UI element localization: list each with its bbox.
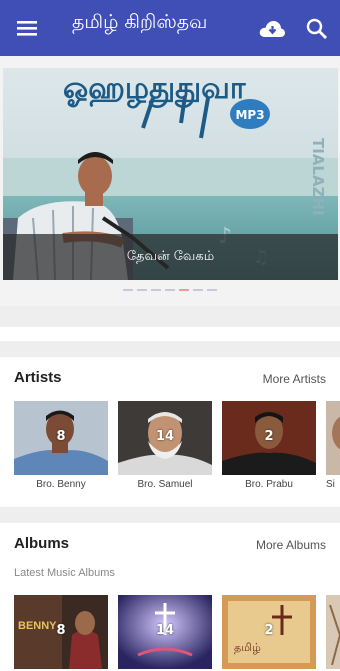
song-count: 2 — [264, 623, 274, 638]
search-icon[interactable] — [304, 16, 330, 42]
artist-card[interactable]: 8 Bro. Benny — [14, 401, 108, 490]
song-count: 8 — [56, 623, 66, 638]
banner-art-title: ஓஹழதுதுவா — [63, 71, 247, 109]
artist-card[interactable]: Si — [326, 401, 340, 490]
section-title: Albums — [14, 535, 70, 552]
album-card[interactable] — [326, 595, 340, 669]
album-thumbnail: தமிழ் 2 — [222, 595, 316, 669]
more-albums-link[interactable]: More Albums — [256, 538, 326, 552]
menu-icon[interactable] — [14, 16, 40, 40]
mp3-badge: MP3 — [235, 108, 264, 122]
artist-thumbnail: 2 — [222, 401, 316, 475]
song-count: 14 — [155, 623, 175, 638]
artist-name: Bro. Samuel — [137, 479, 193, 490]
banner-carousel: ஓஹழதுதுவா MP3 TIALAZHI ♪ ♫ தேவன் வேகம் — [0, 56, 340, 306]
artist-name: Bro. Benny — [36, 479, 86, 490]
section-subtitle: Latest Music Albums — [14, 567, 115, 579]
more-artists-link[interactable]: More Artists — [263, 372, 326, 386]
song-count: 2 — [264, 429, 274, 444]
album-card[interactable]: BENNY 8 — [14, 595, 108, 669]
carousel-dot[interactable] — [137, 289, 147, 291]
divider-card — [0, 327, 340, 341]
album-card[interactable]: தமிழ் 2 — [222, 595, 316, 669]
carousel-dot[interactable] — [151, 289, 161, 291]
album-thumbnail: BENNY 8 — [14, 595, 108, 669]
album-card[interactable]: 14 — [118, 595, 212, 669]
artist-name: Bro. Prabu — [245, 479, 293, 490]
banner-slide[interactable]: ஓஹழதுதுவா MP3 TIALAZHI ♪ ♫ தேவன் வேகம் — [3, 68, 338, 280]
artist-thumbnail — [326, 401, 340, 475]
carousel-dot[interactable] — [193, 289, 203, 291]
artist-name: Si — [326, 479, 335, 490]
album-art-text: தமிழ் — [234, 641, 261, 654]
artists-section: Artists More Artists 8 Bro. Benny 14 Bro… — [0, 357, 340, 507]
artist-card[interactable]: 2 Bro. Prabu — [222, 401, 316, 490]
album-thumbnail: 14 — [118, 595, 212, 669]
artist-thumbnail: 8 — [14, 401, 108, 475]
app-title: தமிழ் கிறிஸ்தவ — [72, 11, 208, 33]
banner-caption: தேவன் வேகம் — [3, 234, 338, 280]
artist-thumbnail: 14 — [118, 401, 212, 475]
banner-side-text: TIALAZHI — [309, 138, 327, 216]
cloud-download-icon[interactable] — [258, 16, 286, 42]
app-bar: தமிழ் கிறிஸ்தவ — [0, 0, 340, 56]
carousel-dot[interactable] — [179, 289, 189, 291]
artist-card[interactable]: 14 Bro. Samuel — [118, 401, 212, 490]
albums-section: Albums More Albums Latest Music Albums B… — [0, 523, 340, 671]
album-thumbnail — [326, 595, 340, 669]
song-count: 14 — [155, 429, 175, 444]
carousel-indicator[interactable] — [0, 289, 340, 295]
carousel-dot[interactable] — [165, 289, 175, 291]
carousel-dot[interactable] — [207, 289, 217, 291]
song-count: 8 — [56, 429, 66, 444]
carousel-dot[interactable] — [123, 289, 133, 291]
section-title: Artists — [14, 369, 62, 386]
